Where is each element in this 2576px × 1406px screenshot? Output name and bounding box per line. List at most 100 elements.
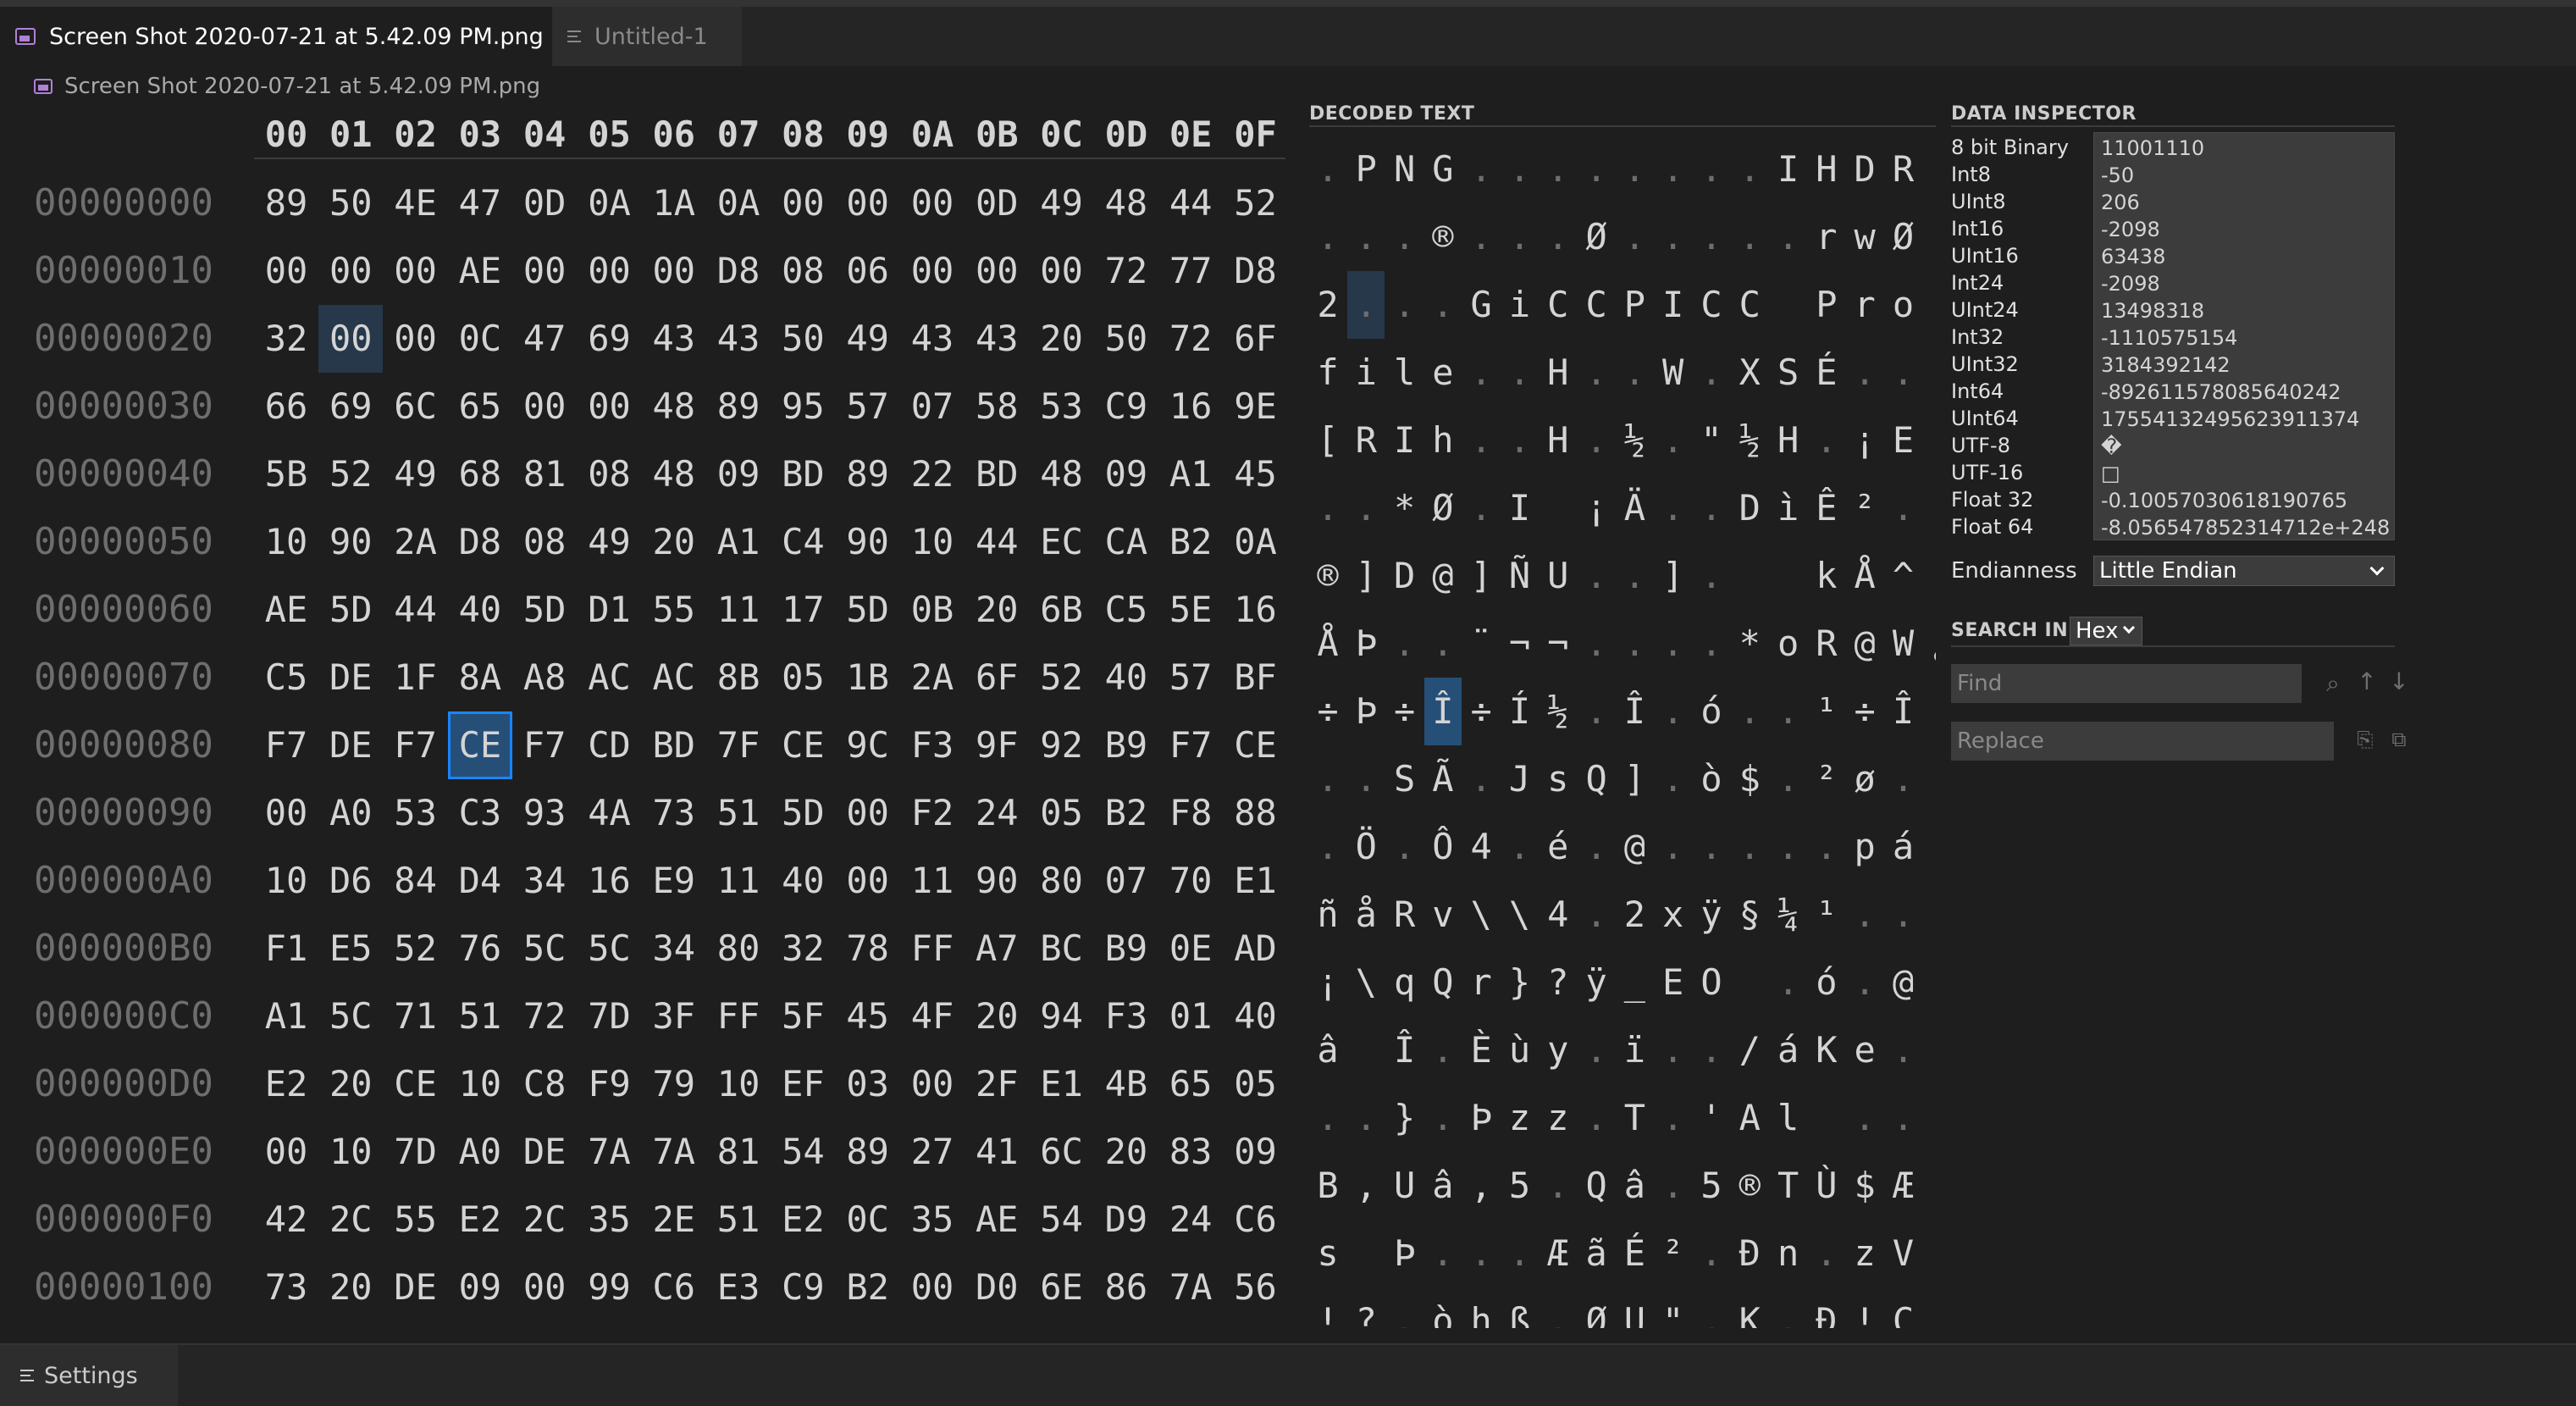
decoded-char[interactable]: f — [1309, 339, 1346, 407]
decoded-char[interactable]: X — [1731, 339, 1768, 407]
hex-byte[interactable]: 8A — [448, 644, 512, 711]
decoded-char[interactable]: . — [1616, 136, 1653, 203]
hex-byte[interactable]: 27 — [900, 1118, 965, 1186]
decoded-char[interactable]: Þ — [1462, 1084, 1500, 1152]
decoded-char[interactable]: e — [1424, 339, 1462, 407]
hex-byte[interactable]: 6E — [1030, 1254, 1094, 1321]
hex-byte[interactable]: AE — [965, 1186, 1029, 1254]
hex-byte[interactable]: 08 — [771, 237, 835, 305]
decoded-char[interactable]: ÷ — [1309, 678, 1346, 745]
hex-byte[interactable]: 44 — [965, 508, 1029, 576]
decoded-char[interactable]: e — [1846, 1016, 1883, 1084]
decoded-char[interactable]: . — [1424, 1220, 1462, 1287]
hex-byte[interactable]: AD — [1224, 915, 1288, 983]
hex-byte[interactable]: 34 — [512, 847, 577, 915]
decoded-char[interactable]: I — [1770, 136, 1807, 203]
decoded-char[interactable]: T — [1770, 1152, 1807, 1220]
hex-byte[interactable]: 00 — [512, 373, 577, 440]
decoded-char[interactable]: . — [1578, 339, 1615, 407]
hex-byte[interactable]: 05 — [1030, 779, 1094, 847]
tab-untitled-1[interactable]: Untitled-1 — [552, 7, 742, 66]
hex-byte[interactable]: 73 — [254, 1254, 318, 1321]
decoded-char[interactable]: } — [1386, 1084, 1423, 1152]
decoded-char[interactable]: ' — [1693, 1084, 1730, 1152]
decoded-char[interactable]: . — [1462, 203, 1500, 271]
hex-byte[interactable]: 6F — [1224, 305, 1288, 373]
decoded-char[interactable]: 4 — [1540, 881, 1577, 949]
decoded-char[interactable]: r — [1846, 271, 1883, 339]
hex-byte[interactable]: 00 — [512, 1254, 577, 1321]
hex-byte[interactable]: F7 — [512, 711, 577, 779]
decoded-char[interactable]: @ — [1885, 949, 1922, 1016]
decoded-char[interactable]: C — [1578, 271, 1615, 339]
hex-byte[interactable]: 6C — [384, 373, 448, 440]
hex-byte[interactable]: 16 — [578, 847, 642, 915]
decoded-char[interactable]: . — [1309, 745, 1346, 813]
decoded-char[interactable]: ã — [1578, 1220, 1615, 1287]
decoded-char[interactable]: ] — [1616, 745, 1653, 813]
hex-byte[interactable]: 00 — [965, 237, 1029, 305]
hex-byte[interactable]: 94 — [1030, 983, 1094, 1050]
hex-byte[interactable]: 0C — [448, 305, 512, 373]
decoded-char[interactable]: . — [1578, 610, 1615, 678]
decoded-char[interactable] — [1347, 1220, 1385, 1287]
hex-byte[interactable]: AE — [448, 237, 512, 305]
decoded-char[interactable]: l — [1386, 339, 1423, 407]
hex-byte[interactable]: BD — [771, 440, 835, 508]
hex-byte[interactable]: CD — [578, 711, 642, 779]
hex-byte[interactable]: 52 — [1030, 644, 1094, 711]
decoded-char[interactable]: . — [1386, 610, 1423, 678]
hex-byte[interactable]: 17 — [771, 576, 835, 644]
decoded-char[interactable]: . — [1578, 678, 1615, 745]
hex-byte[interactable]: C5 — [254, 644, 318, 711]
decoded-char[interactable]: . — [1693, 1016, 1730, 1084]
hex-byte[interactable]: 00 — [900, 237, 965, 305]
hex-byte[interactable]: 54 — [1030, 1186, 1094, 1254]
hex-byte[interactable]: 34 — [642, 915, 706, 983]
decoded-char[interactable]: \ — [1347, 949, 1385, 1016]
decoded-char[interactable]: R — [1885, 136, 1922, 203]
decoded-char[interactable]: ò — [1693, 745, 1730, 813]
inspector-value[interactable]: □ — [2101, 460, 2120, 487]
hex-byte[interactable]: 6F — [965, 644, 1029, 711]
hex-byte[interactable]: 20 — [1094, 1118, 1158, 1186]
decoded-char[interactable]: . — [1309, 136, 1346, 203]
decoded-char[interactable]: . — [1846, 339, 1883, 407]
hex-byte[interactable]: 43 — [706, 305, 771, 373]
decoded-char[interactable]: P — [1347, 136, 1385, 203]
decoded-char[interactable] — [1731, 949, 1768, 1016]
decoded-char[interactable]: . — [1693, 1287, 1730, 1328]
hex-byte[interactable]: 00 — [578, 373, 642, 440]
hex-byte[interactable]: 49 — [384, 440, 448, 508]
hex-byte[interactable]: E2 — [771, 1186, 835, 1254]
hex-byte[interactable]: 42 — [254, 1186, 318, 1254]
decoded-char[interactable]: ÷ — [1386, 678, 1423, 745]
decoded-char[interactable]: . — [1923, 542, 1936, 610]
hex-byte[interactable]: 16 — [1158, 373, 1223, 440]
decoded-char[interactable]: ! — [1309, 1287, 1346, 1328]
decoded-char[interactable]: . — [1885, 1084, 1922, 1152]
decoded-char[interactable]: ÿ — [1578, 949, 1615, 1016]
decoded-char[interactable] — [1808, 1084, 1845, 1152]
decoded-char[interactable]: Ð — [1731, 1220, 1768, 1287]
decoded-char[interactable]: . — [1501, 339, 1539, 407]
decoded-char[interactable]: . — [1693, 136, 1730, 203]
hex-byte[interactable]: 53 — [1030, 373, 1094, 440]
decoded-char[interactable]: . — [1386, 813, 1423, 881]
hex-byte[interactable]: 00 — [900, 1050, 965, 1118]
hex-byte[interactable]: 0B — [900, 576, 965, 644]
hex-byte[interactable]: 01 — [1158, 983, 1223, 1050]
hex-byte[interactable]: 2F — [965, 1050, 1029, 1118]
decoded-char[interactable]: K — [1731, 1287, 1768, 1328]
decoded-char[interactable]: } — [1501, 949, 1539, 1016]
decoded-char[interactable]: E — [1885, 407, 1922, 474]
hex-byte[interactable]: A0 — [448, 1118, 512, 1186]
decoded-char[interactable]: . — [1462, 136, 1500, 203]
inspector-value[interactable]: 11001110 — [2101, 135, 2204, 162]
hex-byte[interactable]: 4F — [900, 983, 965, 1050]
search-options-icon[interactable]: ⌕ — [2320, 671, 2346, 696]
decoded-char[interactable]: , — [1462, 1152, 1500, 1220]
decoded-char[interactable]: ¹ — [1808, 881, 1845, 949]
hex-byte[interactable]: 4A — [578, 779, 642, 847]
decoded-char[interactable]: E — [1655, 949, 1692, 1016]
